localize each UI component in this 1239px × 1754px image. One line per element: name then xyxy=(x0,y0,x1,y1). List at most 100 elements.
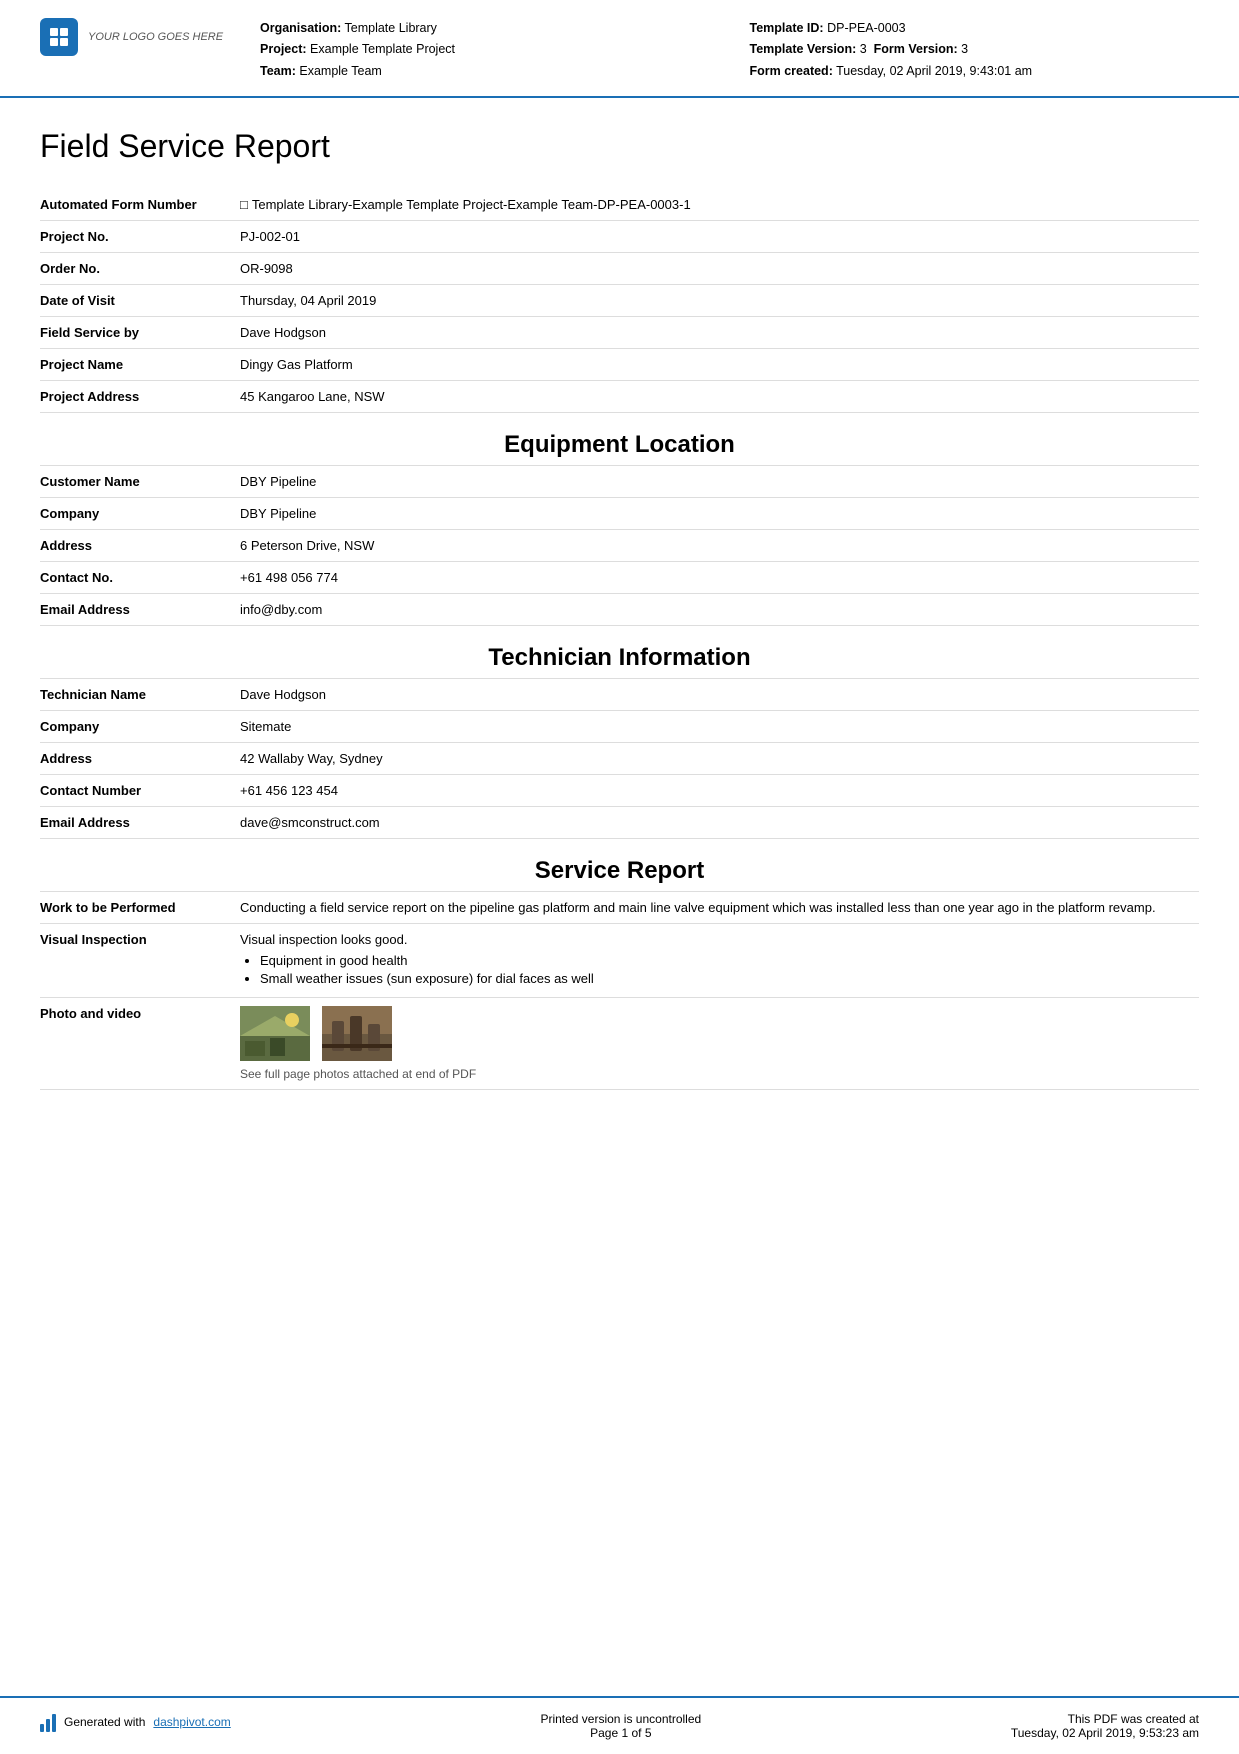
logo-icon xyxy=(40,18,78,56)
customer-name-label: Customer Name xyxy=(40,466,240,498)
order-no-value: OR-9098 xyxy=(240,252,1199,284)
visual-inspection-intro: Visual inspection looks good. xyxy=(240,932,407,947)
table-row: Visual Inspection Visual inspection look… xyxy=(40,923,1199,997)
automated-form-symbol: □ xyxy=(240,197,248,212)
date-of-visit-label: Date of Visit xyxy=(40,284,240,316)
table-row: Date of Visit Thursday, 04 April 2019 xyxy=(40,284,1199,316)
photo-cell: See full page photos attached at end of … xyxy=(240,997,1199,1089)
project-no-label: Project No. xyxy=(40,220,240,252)
logo-area: YOUR LOGO GOES HERE xyxy=(40,18,240,56)
table-row: Automated Form Number □Template Library-… xyxy=(40,189,1199,221)
logo-text: YOUR LOGO GOES HERE xyxy=(88,31,223,43)
table-row: Company Sitemate xyxy=(40,710,1199,742)
footer-left: Generated with dashpivot.com xyxy=(40,1712,231,1732)
automated-form-number-value: □Template Library-Example Template Proje… xyxy=(240,189,1199,221)
dashpivot-link[interactable]: dashpivot.com xyxy=(153,1715,230,1729)
date-of-visit-value: Thursday, 04 April 2019 xyxy=(240,284,1199,316)
company-label: Company xyxy=(40,497,240,529)
field-service-by-value: Dave Hodgson xyxy=(240,316,1199,348)
header-meta: Organisation: Template Library Project: … xyxy=(260,18,1199,82)
template-id-line: Template ID: DP-PEA-0003 xyxy=(750,18,1200,39)
project-no-value: PJ-002-01 xyxy=(240,220,1199,252)
version-line: Template Version: 3 Form Version: 3 xyxy=(750,39,1200,60)
logo-svg xyxy=(47,25,71,49)
technician-name-value: Dave Hodgson xyxy=(240,679,1199,711)
contact-no-label: Contact No. xyxy=(40,561,240,593)
dashpivot-icon xyxy=(40,1712,56,1732)
table-row: Work to be Performed Conducting a field … xyxy=(40,892,1199,924)
table-row: Customer Name DBY Pipeline xyxy=(40,466,1199,498)
automated-form-number-label: Automated Form Number xyxy=(40,189,240,221)
address-label: Address xyxy=(40,529,240,561)
header: YOUR LOGO GOES HERE Organisation: Templa… xyxy=(0,0,1239,98)
table-row: Contact No. +61 498 056 774 xyxy=(40,561,1199,593)
tech-company-label: Company xyxy=(40,710,240,742)
project-name-value: Dingy Gas Platform xyxy=(240,348,1199,380)
photo-thumb-svg-1 xyxy=(240,1006,310,1061)
tech-email-label: Email Address xyxy=(40,806,240,838)
tech-email-value: dave@smconstruct.com xyxy=(240,806,1199,838)
project-name-label: Project Name xyxy=(40,348,240,380)
bar-icon-2 xyxy=(46,1719,50,1732)
pdf-created-value: Tuesday, 02 April 2019, 9:53:23 am xyxy=(1011,1726,1199,1740)
header-meta-right: Template ID: DP-PEA-0003 Template Versio… xyxy=(750,18,1200,82)
photo-thumbnail-1 xyxy=(240,1006,310,1061)
main-content: Field Service Report Automated Form Numb… xyxy=(0,98,1239,1696)
email-address-label: Email Address xyxy=(40,593,240,625)
footer: Generated with dashpivot.com Printed ver… xyxy=(0,1696,1239,1754)
org-line: Organisation: Template Library xyxy=(260,18,710,39)
table-row: Order No. OR-9098 xyxy=(40,252,1199,284)
order-no-label: Order No. xyxy=(40,252,240,284)
photo-note: See full page photos attached at end of … xyxy=(240,1067,1189,1081)
contact-number-label: Contact Number xyxy=(40,774,240,806)
footer-center: Printed version is uncontrolled Page 1 o… xyxy=(540,1712,701,1740)
field-service-by-label: Field Service by xyxy=(40,316,240,348)
project-line: Project: Example Template Project xyxy=(260,39,710,60)
form-created-line: Form created: Tuesday, 02 April 2019, 9:… xyxy=(750,61,1200,82)
table-row: Email Address info@dby.com xyxy=(40,593,1199,625)
visual-inspection-cell: Visual inspection looks good. Equipment … xyxy=(240,923,1199,997)
technician-name-label: Technician Name xyxy=(40,679,240,711)
contact-no-value: +61 498 056 774 xyxy=(240,561,1199,593)
customer-name-value: DBY Pipeline xyxy=(240,466,1199,498)
pdf-created-prefix: This PDF was created at xyxy=(1011,1712,1199,1726)
table-row: Field Service by Dave Hodgson xyxy=(40,316,1199,348)
page-of-text: Page 1 of 5 xyxy=(540,1726,701,1740)
bar-icon-1 xyxy=(40,1724,44,1732)
technician-information-heading: Technician Information xyxy=(40,626,1199,679)
photo-label: Photo and video xyxy=(40,997,240,1089)
project-address-label: Project Address xyxy=(40,380,240,412)
photo-thumbnails xyxy=(240,1006,1189,1061)
team-line: Team: Example Team xyxy=(260,61,710,82)
table-row: Project No. PJ-002-01 xyxy=(40,220,1199,252)
footer-right: This PDF was created at Tuesday, 02 Apri… xyxy=(1011,1712,1199,1740)
tech-company-value: Sitemate xyxy=(240,710,1199,742)
equipment-location-heading: Equipment Location xyxy=(40,413,1199,466)
tech-address-value: 42 Wallaby Way, Sydney xyxy=(240,742,1199,774)
service-report-table: Work to be Performed Conducting a field … xyxy=(40,892,1199,1090)
list-item: Equipment in good health xyxy=(260,953,1189,968)
technician-information-table: Technician Name Dave Hodgson Company Sit… xyxy=(40,679,1199,839)
tech-address-label: Address xyxy=(40,742,240,774)
table-row: Address 42 Wallaby Way, Sydney xyxy=(40,742,1199,774)
work-label: Work to be Performed xyxy=(40,892,240,924)
table-row: Project Name Dingy Gas Platform xyxy=(40,348,1199,380)
generated-with-text: Generated with xyxy=(64,1715,145,1729)
table-row: Email Address dave@smconstruct.com xyxy=(40,806,1199,838)
contact-number-value: +61 456 123 454 xyxy=(240,774,1199,806)
project-address-value: 45 Kangaroo Lane, NSW xyxy=(240,380,1199,412)
table-row: Photo and video xyxy=(40,997,1199,1089)
photo-thumbnail-2 xyxy=(322,1006,392,1061)
form-info-table: Automated Form Number □Template Library-… xyxy=(40,189,1199,413)
visual-inspection-label: Visual Inspection xyxy=(40,923,240,997)
equipment-location-table: Customer Name DBY Pipeline Company DBY P… xyxy=(40,466,1199,626)
email-address-value: info@dby.com xyxy=(240,593,1199,625)
address-value: 6 Peterson Drive, NSW xyxy=(240,529,1199,561)
list-item: Small weather issues (sun exposure) for … xyxy=(260,971,1189,986)
printed-version-text: Printed version is uncontrolled xyxy=(540,1712,701,1726)
company-value: DBY Pipeline xyxy=(240,497,1199,529)
work-value: Conducting a field service report on the… xyxy=(240,892,1199,924)
table-row: Company DBY Pipeline xyxy=(40,497,1199,529)
table-row: Project Address 45 Kangaroo Lane, NSW xyxy=(40,380,1199,412)
table-row: Contact Number +61 456 123 454 xyxy=(40,774,1199,806)
